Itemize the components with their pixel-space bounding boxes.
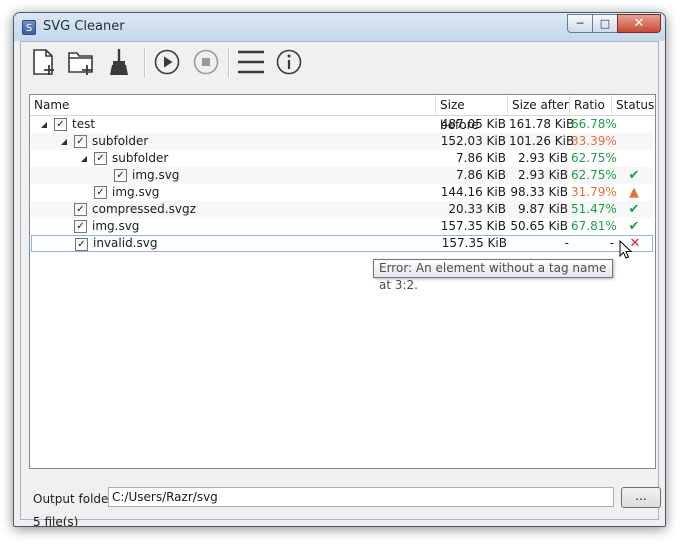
toolbar-separator [228,48,230,78]
size-before-cell: 487.05 KiB [440,117,506,131]
checkbox[interactable]: ✓ [114,169,127,182]
close-button[interactable]: ✕ [617,14,661,33]
tree-row[interactable]: ◢ ✓ test 487.05 KiB 161.78 KiB 66.78% [31,116,653,133]
tree-row[interactable]: ✓ img.svg 157.35 KiB 50.65 KiB 67.81% ✔ [31,218,653,235]
toolbar [21,42,658,86]
ratio-cell: 66.78% [571,117,617,131]
column-size-after[interactable]: Size after [508,95,570,115]
ratio-cell: 67.81% [571,219,617,233]
ratio-cell: 62.75% [571,168,617,182]
row-name: img.svg [92,219,140,233]
title-bar[interactable]: S SVG Cleaner ─ □ ✕ [14,13,665,41]
checkbox[interactable]: ✓ [74,220,87,233]
tree-row[interactable]: ✓ compressed.svgz 20.33 KiB 9.87 KiB 51.47% ✔ [31,201,653,218]
add-folder-icon [68,52,93,75]
size-before-cell: 20.33 KiB [448,202,506,216]
checkmark-icon: ✔ [628,202,640,217]
warning-icon: ▲ [629,185,639,200]
output-folder-input[interactable]: C:/Users/Razr/svg [108,487,614,507]
clear-button[interactable] [103,46,135,78]
output-folder-label: Output folder: [33,492,118,506]
size-before-cell: 157.35 KiB [440,219,506,233]
checkbox[interactable]: ✓ [94,186,107,199]
size-after-cell: 98.33 KiB [510,185,568,199]
tree-row[interactable]: ✓ img.svg 144.16 KiB 98.33 KiB 31.79% ▲ [31,184,653,201]
tree-header: Name Size before Size after Ratio Status [30,95,655,132]
toolbar-separator [144,48,146,78]
ratio-cell: - [609,236,614,250]
row-name: test [72,117,96,131]
browse-button[interactable]: ... [621,487,661,508]
row-name: subfolder [92,134,149,148]
ratio-cell: 33.39% [571,134,617,148]
size-after-cell: 2.93 KiB [518,151,568,165]
expand-arrow-icon[interactable]: ◢ [79,150,89,167]
row-name: compressed.svgz [92,202,196,216]
stop-button[interactable] [190,46,222,78]
minimize-button[interactable]: ─ [567,14,593,33]
maximize-button[interactable]: □ [592,14,618,33]
expand-arrow-icon[interactable]: ◢ [39,116,49,133]
column-ratio[interactable]: Ratio [570,95,612,115]
menu-icon [238,50,264,74]
play-icon [154,49,180,75]
about-button[interactable] [273,46,305,78]
row-name: subfolder [112,151,169,165]
file-tree[interactable]: Name Size before Size after Ratio Status… [29,94,656,469]
tree-row[interactable]: ◢ ✓ subfolder 152.03 KiB 101.26 KiB 33.39% [31,133,653,150]
size-before-cell: 144.16 KiB [440,185,506,199]
checkbox[interactable]: ✓ [74,135,87,148]
menu-button[interactable] [235,46,267,78]
row-name: img.svg [112,185,160,199]
column-status[interactable]: Status [612,95,654,115]
size-before-cell: 152.03 KiB [440,134,506,148]
size-after-cell: 2.93 KiB [518,168,568,182]
checkbox[interactable]: ✓ [74,203,87,216]
ratio-cell: 62.75% [571,151,617,165]
row-name: img.svg [132,168,180,182]
checkmark-icon: ✔ [628,219,640,234]
size-before-cell: 157.35 KiB [441,236,507,250]
mouse-cursor-icon [619,240,633,259]
error-tooltip: Error: An element without a tag name at … [373,259,613,292]
checkmark-icon: ✔ [628,168,640,183]
size-after-cell: 50.65 KiB [510,219,568,233]
size-after-cell: 9.87 KiB [518,202,568,216]
column-size-before[interactable]: Size before [436,95,508,132]
size-after-cell: 161.78 KiB [509,117,575,131]
main-frame: Name Size before Size after Ratio Status… [20,41,661,526]
stop-icon [193,49,219,75]
tree-row[interactable]: ◢ ✓ subfolder 7.86 KiB 2.93 KiB 62.75% [31,150,653,167]
ratio-cell: 51.47% [571,202,617,216]
app-icon: S [22,20,36,35]
size-before-cell: 7.86 KiB [456,151,506,165]
checkbox[interactable]: ✓ [94,152,107,165]
expand-arrow-icon[interactable]: ◢ [59,133,69,150]
add-folder-button[interactable] [65,46,97,78]
info-icon [276,49,302,75]
size-after-cell: 101.26 KiB [509,134,575,148]
column-name[interactable]: Name [30,95,436,115]
start-button[interactable] [151,46,183,78]
add-file-icon [33,49,54,75]
tree-row[interactable]: ✓ img.svg 7.86 KiB 2.93 KiB 62.75% ✔ [31,167,653,184]
status-bar-text: 5 file(s) [33,515,79,527]
tree-row[interactable]: ✓ invalid.svg 157.35 KiB - - ✕ [31,235,653,252]
row-name: invalid.svg [93,236,158,250]
size-after-cell: - [564,236,569,250]
window-title: SVG Cleaner [43,19,125,34]
ratio-cell: 31.79% [571,185,617,199]
add-file-button[interactable] [27,46,59,78]
checkbox[interactable]: ✓ [54,118,67,131]
checkbox[interactable]: ✓ [75,238,88,251]
size-before-cell: 7.86 KiB [456,168,506,182]
clear-broom-icon [110,49,128,75]
